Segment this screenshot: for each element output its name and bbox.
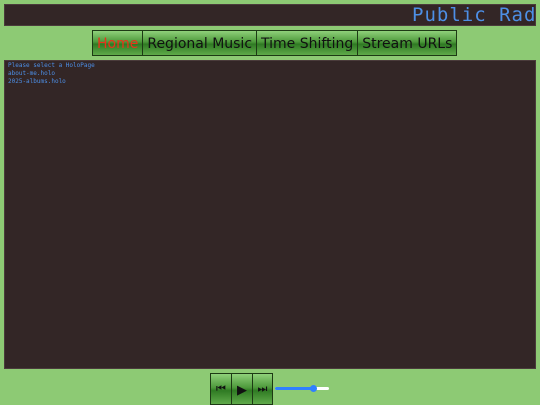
tab-regional-music[interactable]: Regional Music: [143, 31, 258, 55]
tab-stream-urls[interactable]: Stream URLs: [358, 31, 457, 55]
play-icon: ▶: [237, 383, 247, 398]
content-prompt: Please select a HoloPage: [8, 62, 95, 69]
tab-home[interactable]: Home: [93, 31, 144, 55]
content-panel: Please select a HoloPage about-me.holo 2…: [4, 60, 536, 369]
volume-thumb[interactable]: [309, 385, 317, 392]
previous-button[interactable]: ⏮: [210, 373, 231, 405]
volume-slider[interactable]: [275, 381, 329, 397]
holo-link-2025-albums[interactable]: 2025-albums.holo: [8, 78, 532, 86]
next-button[interactable]: ⏭: [252, 373, 273, 405]
volume-fill: [275, 387, 313, 390]
audio-player: ⏮ ▶ ⏭: [210, 373, 329, 405]
tab-time-shifting[interactable]: Time Shifting: [257, 31, 359, 55]
skip-next-icon: ⏭: [257, 382, 268, 395]
nav-bar: Home Regional Music Time Shifting Stream…: [92, 30, 458, 56]
play-button[interactable]: ▶: [231, 373, 252, 405]
holo-link-about-me[interactable]: about-me.holo: [8, 70, 532, 78]
skip-previous-icon: ⏮: [216, 382, 226, 395]
title-bar: Public Radio: [4, 4, 536, 26]
page-title: Public Radio: [412, 4, 536, 26]
